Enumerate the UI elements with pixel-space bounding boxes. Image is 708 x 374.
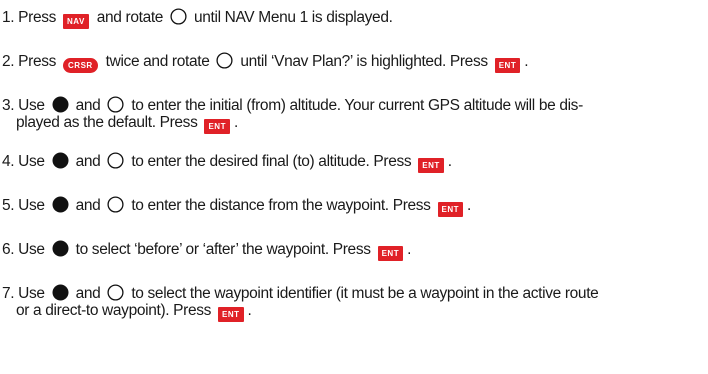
outer-knob-icon bbox=[170, 8, 187, 25]
step-text: 4. Use bbox=[2, 153, 49, 170]
inner-knob-icon bbox=[52, 240, 69, 257]
step-line-continued: or a direct-to waypoint). Press ENT. bbox=[2, 302, 706, 322]
outer-knob-icon bbox=[107, 284, 124, 301]
outer-knob-icon bbox=[107, 152, 124, 169]
ent-key-icon: ENT bbox=[418, 158, 444, 173]
step-2: 2. Press CRSR twice and rotate until ‘Vn… bbox=[2, 52, 706, 73]
ent-key-icon: ENT bbox=[377, 246, 404, 261]
step-text: to enter the initial (from) altitude. Yo… bbox=[127, 97, 583, 114]
step-text: . bbox=[524, 53, 529, 70]
step-line-continued: played as the default. Press ENT. bbox=[2, 114, 706, 134]
step-text: or a direct-to waypoint). Press bbox=[16, 302, 215, 319]
step-line: 2. Press CRSR twice and rotate until ‘Vn… bbox=[2, 52, 529, 73]
step-line: 5. Use and to enter the distance from th… bbox=[2, 196, 472, 217]
step-text: 3. Use bbox=[2, 97, 49, 114]
step-text: until ‘Vnav Plan?’ is highlighted. Press bbox=[236, 53, 492, 70]
step-6: 6. Use to select ‘before’ or ‘after’ the… bbox=[2, 240, 706, 261]
outer-knob-icon bbox=[107, 96, 124, 113]
inner-knob-icon bbox=[52, 96, 69, 113]
ent-key-icon: ENT bbox=[494, 58, 521, 73]
step-text: to enter the distance from the waypoint.… bbox=[127, 197, 435, 214]
step-text: 2. Press bbox=[2, 53, 61, 70]
step-text: . bbox=[233, 114, 238, 131]
ent-key-icon: ENT bbox=[218, 307, 244, 322]
outer-knob-icon bbox=[107, 196, 124, 213]
step-text: to select the waypoint identifier (it mu… bbox=[127, 285, 599, 302]
step-text: until NAV Menu 1 is displayed. bbox=[190, 9, 393, 26]
step-text: to select ‘before’ or ‘after’ the waypoi… bbox=[71, 241, 375, 258]
step-text: . bbox=[447, 153, 452, 170]
step-text: played as the default. Press bbox=[16, 114, 202, 131]
inner-knob-icon bbox=[52, 284, 69, 301]
step-text: 7. Use bbox=[2, 285, 49, 302]
step-text: 1. Press bbox=[2, 9, 61, 26]
step-text: . bbox=[247, 302, 252, 319]
step-text: . bbox=[407, 241, 412, 258]
step-text: . bbox=[467, 197, 472, 214]
step-text: twice and rotate bbox=[101, 53, 214, 70]
step-1: 1. Press NAV and rotate until NAV Menu 1… bbox=[2, 8, 706, 29]
step-line: 6. Use to select ‘before’ or ‘after’ the… bbox=[2, 240, 412, 261]
step-5: 5. Use and to enter the distance from th… bbox=[2, 196, 706, 217]
step-line: 3. Use and to enter the initial (from) a… bbox=[2, 96, 583, 114]
step-line: 1. Press NAV and rotate until NAV Menu 1… bbox=[2, 8, 393, 29]
step-7: 7. Use and to select the waypoint identi… bbox=[2, 284, 706, 322]
step-3: 3. Use and to enter the initial (from) a… bbox=[2, 96, 706, 134]
ent-key-icon: ENT bbox=[204, 119, 230, 134]
step-text: 5. Use bbox=[2, 197, 49, 214]
inner-knob-icon bbox=[52, 196, 69, 213]
step-text: and bbox=[71, 285, 105, 302]
nav-key-icon: NAV bbox=[63, 14, 89, 29]
crsr-key-icon: CRSR bbox=[63, 58, 98, 73]
step-text: to enter the desired final (to) altitude… bbox=[127, 153, 416, 170]
outer-knob-icon bbox=[216, 52, 233, 69]
step-text: 6. Use bbox=[2, 241, 49, 258]
step-line: 4. Use and to enter the desired final (t… bbox=[2, 152, 452, 173]
step-text: and bbox=[71, 97, 105, 114]
step-line: 7. Use and to select the waypoint identi… bbox=[2, 284, 599, 302]
step-text: and bbox=[71, 197, 105, 214]
inner-knob-icon bbox=[52, 152, 69, 169]
step-text: and bbox=[71, 153, 105, 170]
step-4: 4. Use and to enter the desired final (t… bbox=[2, 152, 706, 173]
ent-key-icon: ENT bbox=[437, 202, 464, 217]
step-text: and rotate bbox=[92, 9, 168, 26]
